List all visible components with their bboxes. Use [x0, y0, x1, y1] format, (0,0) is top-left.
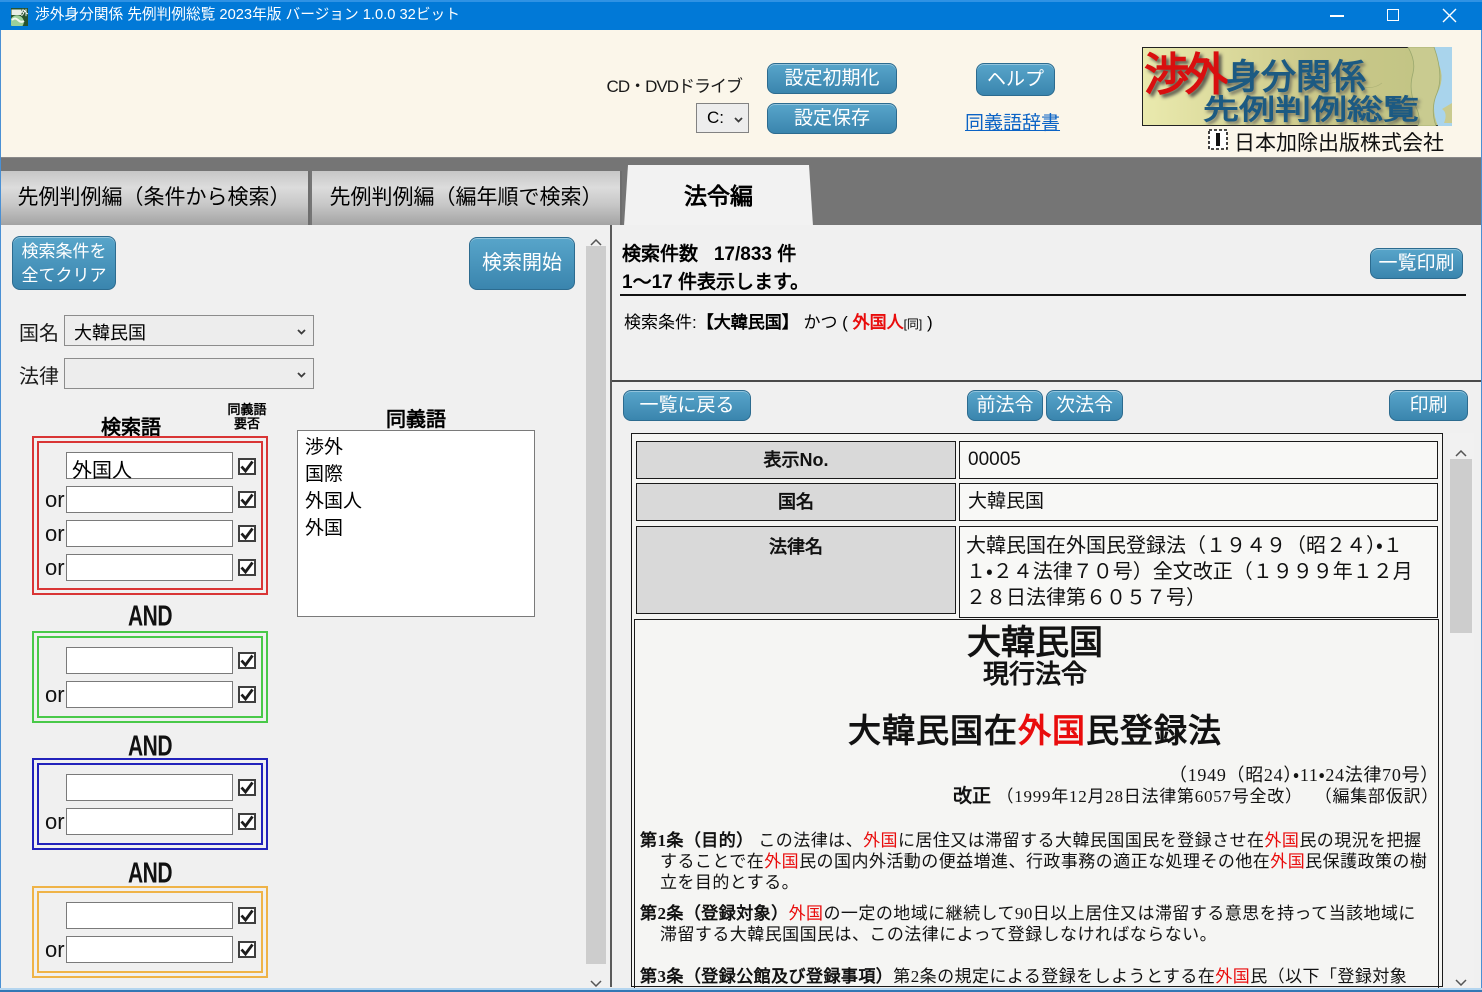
svg-text:先例判例総覧: 先例判例総覧 — [1203, 94, 1419, 125]
svg-text:外: 外 — [20, 8, 28, 17]
svg-text:渉外: 渉外 — [1144, 49, 1230, 100]
svg-text:身分関係: 身分関係 — [1226, 58, 1366, 97]
